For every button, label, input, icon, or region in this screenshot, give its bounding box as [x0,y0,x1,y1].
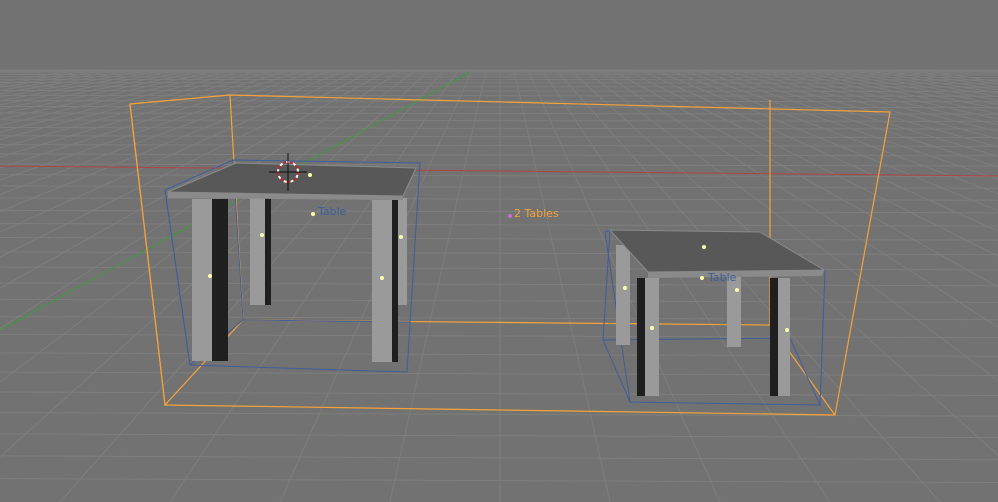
grid-line [0,105,998,109]
grid-line [0,237,998,241]
grid-line [0,455,998,461]
grid-line [0,282,998,287]
leg [392,200,398,362]
grid-line [0,174,998,178]
grid-line [0,69,277,149]
group-origin-dot [508,214,512,218]
pivot-dot [311,212,315,216]
grid-line [0,478,998,483]
grid-line [513,69,611,502]
3d-viewport[interactable]: Table Table 2 Tables [0,0,998,502]
object-label-table-right: Table [707,271,737,284]
leg [727,275,741,347]
grid-line [0,90,998,92]
grid-line [0,298,998,303]
grid-line [0,185,998,189]
grid-line [0,352,998,357]
grid-line [0,76,998,78]
leg [265,198,271,305]
grid-line [0,391,998,396]
leg [212,199,228,361]
grid-line [0,316,998,321]
grid-line [0,94,998,97]
leg [778,278,790,396]
pivot-dot [700,276,704,280]
grid-line [0,412,998,417]
grid-line [0,85,998,88]
floor-grid [0,69,998,502]
pivot-dot [702,245,706,249]
grid-line [0,119,998,122]
grid-line [0,69,193,110]
leg [372,200,394,362]
grid-line [0,433,998,439]
grid-line [0,69,361,233]
grid-line [0,112,998,115]
pivot-dot [623,286,627,290]
leg [645,278,659,396]
grid-line [0,78,998,81]
table-left[interactable]: Table [164,159,421,373]
grid-line [0,251,998,256]
pivot-dot [308,173,312,177]
pivot-dot [208,274,212,278]
leg [616,245,630,345]
pivot-dot [260,233,264,237]
grid-line [0,69,333,196]
grid-line [0,69,165,102]
grid-line [0,144,998,147]
grid-line [0,69,347,213]
pivot-dot [735,288,739,292]
grid-line [0,69,137,95]
tabletop [608,229,826,273]
object-label-table-left: Table [317,205,347,218]
grid-line [0,333,998,339]
grid-line [555,69,941,502]
pivot-dot [399,235,403,239]
grid-line [0,153,998,157]
grid-line [0,69,81,83]
table-right[interactable]: Table [602,229,826,406]
pivot-dot [785,328,789,332]
grid-line [0,82,998,84]
leg [192,199,214,361]
grid-line [0,197,998,201]
pivot-dot [380,276,384,280]
group-label: 2 Tables [514,207,559,220]
grid-line [0,69,291,158]
grid-line [0,371,998,376]
grid-line [0,223,998,227]
grid-line [0,209,998,214]
x-axis-line [0,165,998,177]
pivot-dot [650,326,654,330]
